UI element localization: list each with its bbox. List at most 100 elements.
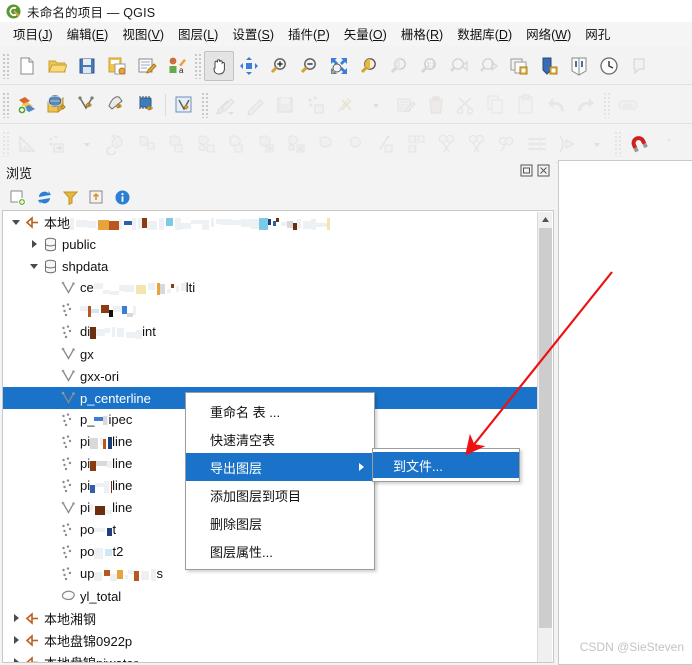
toolbar-grip[interactable] [201,91,209,118]
redo-icon[interactable] [571,90,601,120]
save-project-icon[interactable] [72,51,102,81]
fill-ring-icon[interactable] [162,129,192,159]
tree-row[interactable]: gxx-ori [3,365,539,387]
tree-row[interactable]: 本地湘钢 [3,607,539,629]
export-layer-submenu[interactable]: 到文件... [372,448,520,482]
menu-item-5[interactable]: 插件(P) [281,22,337,46]
scroll-down-button[interactable] [538,648,553,662]
new-3d-map-view-icon[interactable] [564,51,594,81]
undo-icon[interactable] [541,90,571,120]
context-menu-item-2[interactable]: 导出图层 [186,453,374,481]
temporal-controller-icon[interactable] [594,51,624,81]
context-menu-item-3[interactable]: 添加图层到项目 [186,481,374,509]
tree-row[interactable]: shpdata [3,255,539,277]
tree-row[interactable]: yl_total [3,585,539,607]
add-postgis-layer-icon[interactable] [132,90,162,120]
tree-row[interactable]: 本地盘锦0922p [3,629,539,651]
modify-attributes-icon[interactable] [391,90,421,120]
zoom-selection-icon[interactable] [354,51,384,81]
menu-item-3[interactable]: 图层(L) [171,22,225,46]
move-feature-icon[interactable] [132,129,162,159]
open-project-icon[interactable] [42,51,72,81]
map-tips-icon[interactable] [624,51,654,81]
undock-icon[interactable] [520,164,533,177]
tree-row[interactable] [3,299,539,321]
context-menu-item-1[interactable]: 快速清空表 [186,425,374,453]
toolbar-grip[interactable] [2,130,10,157]
vertex-tool-dropdown-icon[interactable] [361,90,391,120]
add-feature-icon[interactable] [301,90,331,120]
merge-attributes-icon[interactable] [492,129,522,159]
toolbar-grip[interactable] [603,91,611,118]
toolbar-grip[interactable] [614,130,622,157]
menu-item-1[interactable]: 编辑(E) [60,22,116,46]
scroll-up-button[interactable] [538,212,553,227]
vertical-scrollbar[interactable] [537,212,553,662]
add-mesh-layer-icon[interactable] [72,90,102,120]
chevron-right-icon[interactable] [9,651,23,662]
menu-item-7[interactable]: 栅格(R) [394,22,450,46]
zoom-in-icon[interactable] [264,51,294,81]
toolbar-grip[interactable] [194,52,202,79]
zoom-layer-icon[interactable] [384,51,414,81]
properties-info-icon[interactable] [110,186,134,208]
current-edits-icon[interactable] [211,90,241,120]
toggle-editing-icon[interactable] [241,90,271,120]
zoom-out-icon[interactable] [294,51,324,81]
map-canvas[interactable]: CSDN @SieSteven [558,160,692,665]
zoom-full-icon[interactable] [324,51,354,81]
tree-row[interactable]: public [3,233,539,255]
add-ring-icon[interactable] [222,129,252,159]
chevron-right-icon[interactable] [27,233,41,255]
chevron-down-icon[interactable] [27,255,41,277]
toolbar-grip[interactable] [2,52,10,79]
zoom-native-icon[interactable]: 1:1 [414,51,444,81]
measure-line-icon[interactable] [12,129,42,159]
label-icon[interactable]: abc [613,90,643,120]
select-features-icon[interactable] [42,129,72,159]
add-virtual-layer-icon[interactable] [169,90,199,120]
tree-row[interactable]: 本地盘锦pjwater [3,651,539,662]
split-features-icon[interactable] [402,129,432,159]
menu-item-4[interactable]: 设置(S) [225,22,281,46]
split-parts-icon[interactable] [432,129,462,159]
zoom-last-icon[interactable] [444,51,474,81]
new-project-icon[interactable] [12,51,42,81]
pan-map-icon[interactable] [204,50,234,81]
menu-item-2[interactable]: 视图(V) [115,22,171,46]
menu-item-10[interactable]: 网孔 [578,22,617,46]
tree-row[interactable]: gx [3,343,539,365]
scrollbar-thumb[interactable] [539,228,552,628]
save-project-as-icon[interactable] [102,51,132,81]
add-delimited-text-layer-icon[interactable] [102,90,132,120]
menu-item-8[interactable]: 数据库(D) [450,22,519,46]
copy-features-icon[interactable] [481,90,511,120]
menu-item-6[interactable]: 矢量(O) [337,22,394,46]
chevron-right-icon[interactable] [9,607,23,629]
tree-row[interactable]: ce lti [3,277,539,299]
cut-features-icon[interactable] [451,90,481,120]
add-selected-layers-icon[interactable] [6,186,30,208]
chevron-right-icon[interactable] [9,629,23,651]
delete-selected-icon[interactable] [421,90,451,120]
offset-curve-icon[interactable] [372,129,402,159]
save-layer-edits-icon[interactable] [271,90,301,120]
style-manager-icon[interactable]: a [162,51,192,81]
add-part-icon[interactable] [192,129,222,159]
rotate-feature-icon[interactable] [102,129,132,159]
trim-extend-icon[interactable] [552,129,582,159]
menu-item-9[interactable]: 网络(W) [519,22,578,46]
context-menu-item-0[interactable]: 重命名 表 ... [186,397,374,425]
tree-row[interactable]: di int [3,321,539,343]
paste-features-icon[interactable] [511,90,541,120]
reshape-features-icon[interactable] [312,129,342,159]
refresh-icon[interactable] [32,186,56,208]
merge-features-icon[interactable] [462,129,492,159]
filter-browser-icon[interactable] [58,186,82,208]
rotate-point-symbols-icon[interactable] [522,129,552,159]
context-menu-item-4[interactable]: 删除图层 [186,509,374,537]
new-map-view-icon[interactable] [534,51,564,81]
toolbar-grip[interactable] [2,91,10,118]
refresh-icon[interactable] [504,51,534,81]
select-dropdown-icon[interactable] [72,129,102,159]
